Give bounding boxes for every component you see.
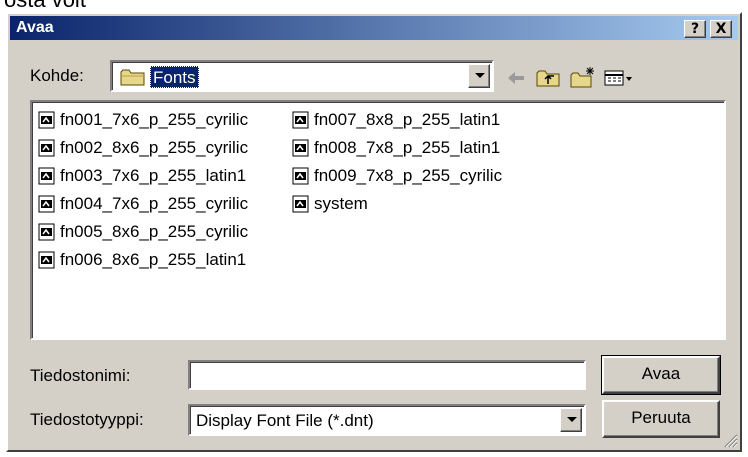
filename-field[interactable] [188, 360, 586, 390]
view-menu-icon[interactable] [602, 66, 636, 90]
file-list[interactable]: fn001_7x6_p_255_cyrilic fn002_8x6_p_255_… [30, 100, 726, 340]
open-button[interactable]: Avaa [601, 355, 721, 395]
file-name: fn005_8x6_p_255_cyrilic [60, 222, 249, 241]
cancel-button[interactable]: Peruuta [602, 400, 720, 438]
filetype-dropdown-button[interactable] [560, 408, 582, 432]
title-bar[interactable]: Avaa ? X [10, 16, 738, 40]
lookin-combo[interactable]: Fonts [110, 60, 494, 92]
background-text: osta voit [0, 0, 200, 12]
font-file-icon [292, 167, 309, 185]
filetype-select[interactable]: Display Font File (*.dnt) [188, 404, 586, 436]
font-file-icon [38, 251, 55, 269]
back-arrow-icon[interactable] [502, 66, 530, 90]
dialog-title: Avaa [16, 19, 54, 36]
font-file-icon [38, 223, 55, 241]
font-file-icon [38, 167, 55, 185]
lookin-label: Kohde: [30, 66, 84, 85]
file-name: fn008_7x8_p_255_latin1 [314, 138, 501, 157]
font-file-icon [38, 111, 55, 129]
open-dialog: Avaa ? X Kohde: Fonts fn001_7x6_p_255_cy… [6, 12, 742, 452]
font-file-icon [38, 195, 55, 213]
lookin-value: Fonts [150, 66, 199, 88]
filetype-value: Display Font File (*.dnt) [196, 411, 374, 430]
font-file-icon [38, 139, 55, 157]
file-name: fn004_7x6_p_255_cyrilic [60, 194, 249, 213]
folder-icon [120, 69, 145, 86]
filename-input[interactable] [192, 364, 580, 386]
resize-grip-icon[interactable] [722, 432, 738, 448]
lookin-dropdown-button[interactable] [468, 64, 490, 88]
file-name: fn009_7x8_p_255_cyrilic [314, 166, 503, 185]
close-button[interactable]: X [710, 20, 732, 38]
file-name: fn003_7x6_p_255_latin1 [60, 166, 247, 185]
up-folder-icon[interactable] [534, 66, 562, 90]
file-name: fn002_8x6_p_255_cyrilic [60, 138, 249, 157]
file-name: fn007_8x8_p_255_latin1 [314, 110, 501, 129]
filename-label: Tiedostonimi: [30, 366, 131, 385]
file-name: fn001_7x6_p_255_cyrilic [60, 110, 249, 129]
font-file-icon [292, 111, 309, 129]
font-file-icon [292, 139, 309, 157]
file-name: fn006_8x6_p_255_latin1 [60, 250, 247, 269]
file-name: system [314, 194, 368, 213]
new-folder-icon[interactable] [568, 66, 596, 90]
filetype-label: Tiedostotyyppi: [30, 410, 144, 429]
help-button[interactable]: ? [684, 20, 706, 38]
font-file-icon [292, 195, 309, 213]
